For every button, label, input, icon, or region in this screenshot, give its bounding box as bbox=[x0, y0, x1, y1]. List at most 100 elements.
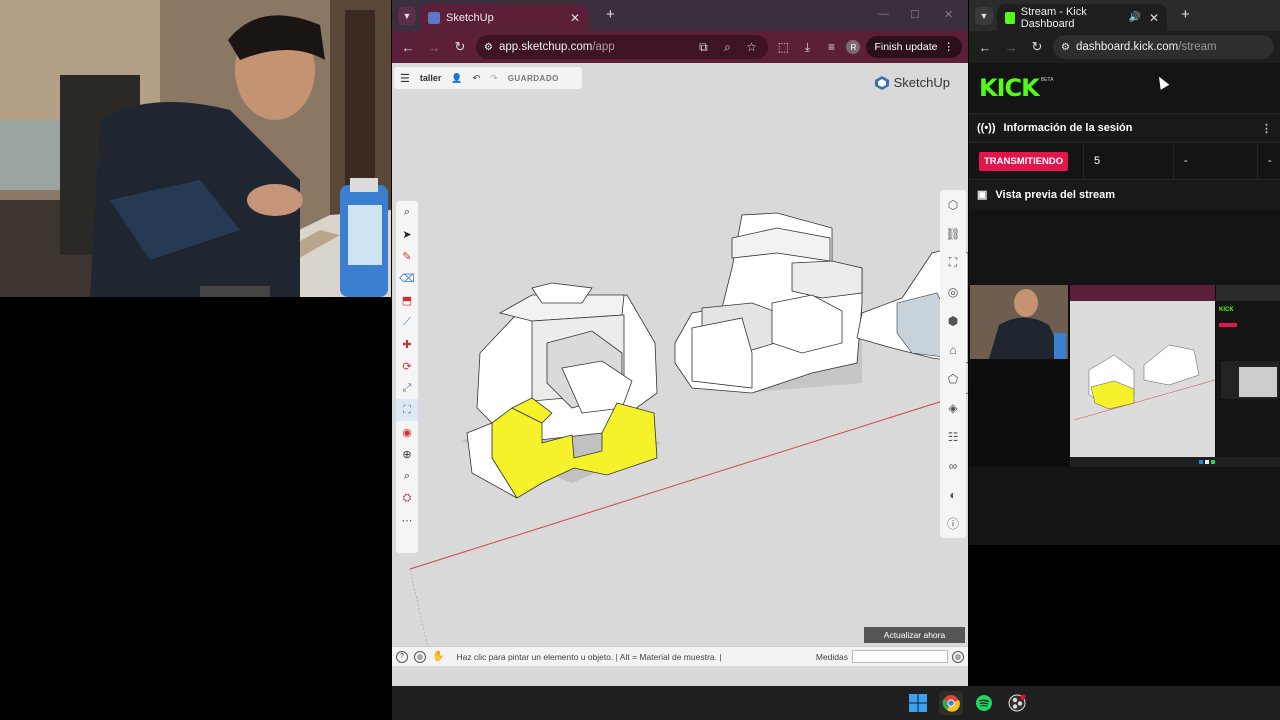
session-stats-row: TRANSMITIENDO 5 - - bbox=[969, 143, 1280, 179]
tags-panel-icon[interactable]: ⬢ bbox=[940, 306, 966, 335]
menu-dots-icon: ⋮ bbox=[943, 41, 955, 53]
help-icon[interactable]: ? bbox=[396, 650, 408, 663]
globe-icon[interactable]: ◍ bbox=[414, 650, 426, 663]
stream-preview-video[interactable]: KICK bbox=[969, 285, 1280, 467]
select-tool-icon[interactable]: ➤ bbox=[396, 223, 418, 245]
webcam-feed bbox=[0, 0, 391, 297]
redo-icon[interactable]: ↷ bbox=[490, 73, 498, 84]
zoom-tool-icon[interactable]: ⌕ bbox=[396, 465, 418, 487]
bookmark-star-icon[interactable]: ☆ bbox=[742, 40, 760, 54]
maximize-icon[interactable]: ☐ bbox=[910, 8, 920, 21]
kick-beta-label: BETA bbox=[1040, 77, 1054, 83]
chrome-icon[interactable] bbox=[939, 691, 963, 715]
finish-update-button[interactable]: Finish update ⋮ bbox=[866, 36, 962, 58]
measurements: Medidas ◍ bbox=[816, 650, 964, 663]
url-field[interactable]: ⚙ app.sketchup.com/app ⧉ ⌕ ☆ bbox=[476, 35, 769, 59]
kick-url-path: /stream bbox=[1178, 41, 1217, 53]
kick-back-icon[interactable]: ← bbox=[975, 40, 995, 55]
media-control-icon[interactable]: ≡ bbox=[822, 40, 840, 54]
move-tool-icon[interactable]: ✚ bbox=[396, 333, 418, 355]
styles-icon[interactable]: ◎ bbox=[940, 277, 966, 306]
push-pull-icon[interactable]: ⬒ bbox=[396, 289, 418, 311]
kick-tab-title: Stream - Kick Dashboard bbox=[1020, 5, 1087, 30]
kick-browser-window: ▼ Stream - Kick Dashboard 🔊 ✕ + ← → ↻ ⚙ … bbox=[969, 0, 1280, 686]
kick-close-tab-icon[interactable]: ✕ bbox=[1149, 11, 1159, 25]
display-icon[interactable]: ∞ bbox=[940, 451, 966, 480]
audio-playing-icon[interactable]: 🔊 bbox=[1128, 12, 1140, 23]
kick-reload-icon[interactable]: ↻ bbox=[1027, 39, 1047, 55]
tab-strip: ▼ SketchUp ✕ + — ☐ ✕ bbox=[392, 0, 968, 31]
orbit-tool-icon[interactable]: ⊕ bbox=[396, 443, 418, 465]
measurements-input[interactable] bbox=[852, 650, 948, 663]
sketchup-browser-window: ▼ SketchUp ✕ + — ☐ ✕ ← → ↻ ⚙ app.sketchu… bbox=[392, 0, 968, 686]
outliner-icon[interactable]: ☷ bbox=[940, 422, 966, 451]
kick-url-host: dashboard.kick.com bbox=[1075, 41, 1179, 53]
more-tools-icon[interactable]: ⋯ bbox=[396, 509, 418, 531]
url-path: /app bbox=[592, 41, 615, 53]
kick-dashboard: KICK BETA ((•)) Información de la sesión… bbox=[969, 63, 1280, 686]
eraser-tool-icon[interactable]: ⌫ bbox=[396, 267, 418, 289]
reload-icon[interactable]: ↻ bbox=[450, 39, 470, 55]
forward-icon[interactable]: → bbox=[424, 40, 444, 55]
session-info-header: ((•)) Información de la sesión ⋮ bbox=[969, 113, 1280, 143]
site-info-icon[interactable]: ⚙ bbox=[484, 42, 493, 53]
stream-preview-header: ▣ Vista previa del stream bbox=[969, 179, 1280, 209]
share-user-icon[interactable]: 👤 bbox=[451, 73, 462, 84]
extensions-icon[interactable]: ⬚ bbox=[774, 40, 792, 54]
close-tab-icon[interactable]: ✕ bbox=[570, 11, 580, 25]
right-panel-toolbar: ⬡ ⛓ ⛶ ◎ ⬢ ⌂ ⬠ ◈ ☷ ∞ ◐ ⓘ bbox=[940, 190, 966, 538]
spotify-icon[interactable] bbox=[972, 691, 996, 715]
session-more-icon[interactable]: ⋮ bbox=[1261, 122, 1272, 135]
tab-sketchup[interactable]: SketchUp ✕ bbox=[420, 4, 588, 31]
kick-new-tab-icon[interactable]: + bbox=[1181, 6, 1190, 23]
hamburger-menu-icon[interactable]: ☰ bbox=[400, 72, 410, 85]
tab-search-icon[interactable]: ▼ bbox=[398, 7, 416, 25]
scale-tool-icon[interactable]: ⤢ bbox=[396, 377, 418, 399]
install-app-icon[interactable]: ⧉ bbox=[694, 40, 712, 55]
paint-bucket-icon[interactable]: ⛶ bbox=[396, 399, 418, 421]
close-window-icon[interactable]: ✕ bbox=[944, 8, 953, 21]
materials-icon[interactable]: ⛶ bbox=[940, 248, 966, 277]
entity-info-icon[interactable]: ⬡ bbox=[940, 190, 966, 219]
minimize-icon[interactable]: — bbox=[878, 8, 889, 20]
shadows-icon[interactable]: ◈ bbox=[940, 393, 966, 422]
new-tab-icon[interactable]: + bbox=[606, 6, 615, 23]
sphere-icon[interactable]: ◐ bbox=[940, 480, 966, 509]
download-icon[interactable]: ⤓ bbox=[798, 40, 816, 55]
project-name[interactable]: taller bbox=[420, 73, 442, 83]
sketchup-favicon-icon bbox=[428, 11, 440, 24]
kick-logo[interactable]: KICK bbox=[979, 74, 1040, 102]
soften-edges-icon[interactable]: ⬠ bbox=[940, 364, 966, 393]
broadcast-icon: ((•)) bbox=[977, 122, 996, 134]
kick-forward-icon[interactable]: → bbox=[1001, 40, 1021, 55]
obs-icon[interactable] bbox=[1005, 691, 1029, 715]
3d-model-view[interactable] bbox=[392, 63, 968, 666]
hand-icon[interactable]: ✋ bbox=[432, 651, 444, 662]
tag-tool-icon[interactable]: ◉ bbox=[396, 421, 418, 443]
rotate-tool-icon[interactable]: ⟳ bbox=[396, 355, 418, 377]
kick-url-field[interactable]: ⚙ dashboard.kick.com/stream bbox=[1053, 35, 1274, 59]
tape-measure-icon[interactable]: ⟋ bbox=[396, 311, 418, 333]
sketchup-logo-text: SketchUp bbox=[893, 75, 950, 90]
windows-start-icon[interactable] bbox=[906, 691, 930, 715]
stream-preview-title: Vista previa del stream bbox=[995, 188, 1116, 201]
scenes-icon[interactable]: ⌂ bbox=[940, 335, 966, 364]
update-now-button[interactable]: Actualizar ahora bbox=[864, 627, 965, 643]
pencil-tool-icon[interactable]: ✎ bbox=[396, 245, 418, 267]
kick-site-info-icon[interactable]: ⚙ bbox=[1061, 42, 1070, 53]
undo-icon[interactable]: ↶ bbox=[473, 73, 481, 84]
zoom-icon[interactable]: ⌕ bbox=[718, 40, 736, 55]
status-text: Haz clic para pintar un elemento u objet… bbox=[456, 651, 722, 662]
measure-settings-icon[interactable]: ◍ bbox=[952, 650, 964, 663]
address-bar-row: ← → ↻ ⚙ app.sketchup.com/app ⧉ ⌕ ☆ ⬚ ⤓ ≡… bbox=[392, 31, 968, 63]
profile-avatar[interactable]: R bbox=[846, 40, 861, 54]
components-icon[interactable]: ⛓ bbox=[940, 219, 966, 248]
info-icon[interactable]: ⓘ bbox=[940, 509, 966, 538]
kick-tab-search-icon[interactable]: ▼ bbox=[975, 7, 993, 25]
stat-two: - bbox=[1174, 143, 1258, 179]
section-plane-icon[interactable]: ⛭ bbox=[396, 487, 418, 509]
search-icon[interactable]: ⌕ bbox=[396, 201, 418, 223]
back-icon[interactable]: ← bbox=[398, 40, 418, 55]
sketchup-viewport[interactable]: ☰ taller 👤 ↶ ↷ GUARDADO SketchUp ⌕ ➤ ✎ ⌫ bbox=[392, 63, 968, 666]
tab-kick-dashboard[interactable]: Stream - Kick Dashboard 🔊 ✕ bbox=[997, 4, 1167, 31]
